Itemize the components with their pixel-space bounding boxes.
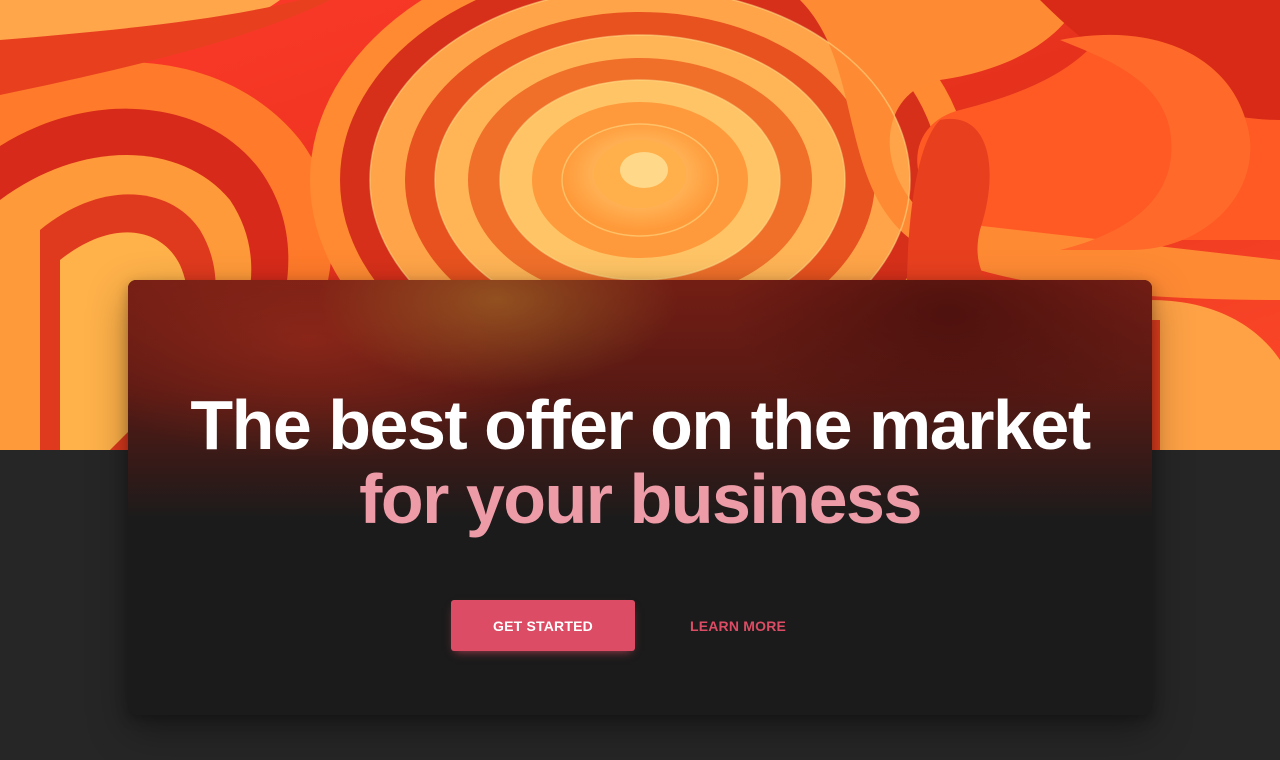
- hero-subheadline: for your business: [359, 460, 922, 538]
- hero-card: The best offer on the market for your bu…: [128, 280, 1152, 715]
- hero-headline: The best offer on the market: [190, 386, 1091, 464]
- learn-more-button[interactable]: LEARN MORE: [668, 600, 808, 651]
- landing-page: The best offer on the market for your bu…: [0, 0, 1280, 760]
- card-content: The best offer on the market for your bu…: [128, 280, 1152, 715]
- get-started-button[interactable]: GET STARTED: [451, 600, 635, 651]
